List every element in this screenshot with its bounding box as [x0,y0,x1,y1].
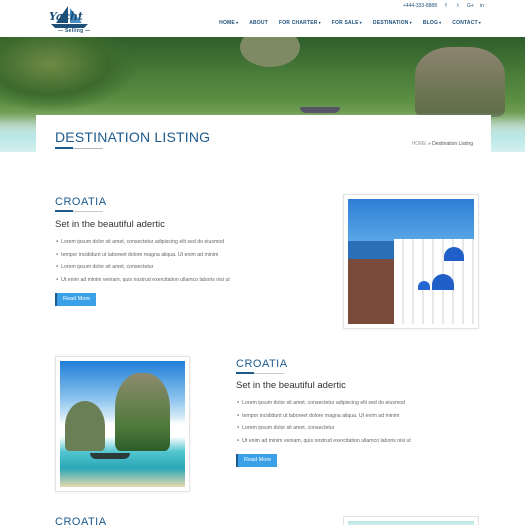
title-underline [55,147,103,149]
list-item: Lorem ipsum dolor sit amet, consectetur [237,421,411,434]
site-logo[interactable]: Yacht — Selling — [48,4,92,34]
chevron-down-icon: ▾ [478,20,481,25]
linkedin-icon[interactable]: in [479,3,485,9]
page: Yacht — Selling — +444-333-8888 f t G+ i… [0,0,525,525]
breadcrumb-current: Destination Listing [432,141,473,147]
list-item: Lorem ipsum dolor sit amet, consectetur … [56,235,230,248]
chevron-down-icon: ▾ [235,20,239,25]
facebook-icon[interactable]: f [443,3,449,9]
breadcrumb-separator: » [427,141,431,147]
listing-title: CROATIA [236,358,288,370]
nav-about[interactable]: ABOUT [249,20,268,26]
nav-home[interactable]: HOME▾ [219,20,238,26]
chevron-down-icon: ▾ [439,20,442,25]
googleplus-icon[interactable]: G+ [467,3,474,9]
list-item: tempor incididunt ut laboreet dolore mag… [56,248,230,261]
listing-title: CROATIA [55,516,107,525]
chevron-down-icon: ▾ [359,20,362,25]
listing-bullets: Lorem ipsum dolor sit amet, consectetur … [237,396,411,446]
listing-title-underline [236,372,284,374]
nav-blog[interactable]: BLOG▾ [423,20,441,26]
logo-title: Yacht [49,10,83,23]
list-item: Ut enim ad minim veniam, quis nostrud ex… [56,273,230,286]
listing-image-frame [55,356,190,492]
list-item: Ut enim ad minim veniam, quis nostrud ex… [237,434,411,447]
site-header: Yacht — Selling — +444-333-8888 f t G+ i… [0,0,525,37]
listing-image-frame [343,194,479,329]
listing-title-underline [55,210,103,212]
read-more-button[interactable]: Read More [55,293,97,306]
twitter-icon[interactable]: t [455,3,461,9]
listing-title: CROATIA [55,196,107,208]
listing-subtitle: Set in the beautiful adertic [55,219,165,230]
main-nav: HOME▾ ABOUT FOR CHARTER▾ FOR SALE▾ DESTI… [208,20,481,26]
chevron-down-icon: ▾ [409,20,412,25]
listing-bullets: Lorem ipsum dolor sit amet, consectetur … [56,235,230,285]
page-title: DESTINATION LISTING [55,129,211,145]
listing-image-frame [343,516,479,525]
santorini-image[interactable] [348,199,474,324]
nav-for-sale[interactable]: FOR SALE▾ [332,20,362,26]
nav-for-charter[interactable]: FOR CHARTER▾ [279,20,321,26]
page-title-box: DESTINATION LISTING HOME » Destination L… [36,115,491,157]
top-contact-bar: +444-333-8888 f t G+ in [403,3,485,9]
list-item: tempor incididunt ut laboreet dolore mag… [237,409,411,422]
logo-subtitle: — Selling — [58,28,91,34]
breadcrumb-home[interactable]: HOME [412,141,427,147]
chevron-down-icon: ▾ [318,20,321,25]
yacht-logo-icon: Yacht [49,6,88,28]
listing-image[interactable] [348,521,474,525]
list-item: Lorem ipsum dolor sit amet, consectetur … [237,396,411,409]
listing-subtitle: Set in the beautiful adertic [236,380,346,391]
tropical-island-image[interactable] [60,361,185,487]
phone-number[interactable]: +444-333-8888 [403,3,437,9]
nav-contact[interactable]: CONTACT▾ [452,20,481,26]
breadcrumb: HOME » Destination Listing [412,141,473,147]
read-more-button[interactable]: Read More [236,454,278,467]
list-item: Lorem ipsum dolor sit amet, consectetur [56,260,230,273]
nav-destination[interactable]: DESTINATION▾ [373,20,412,26]
